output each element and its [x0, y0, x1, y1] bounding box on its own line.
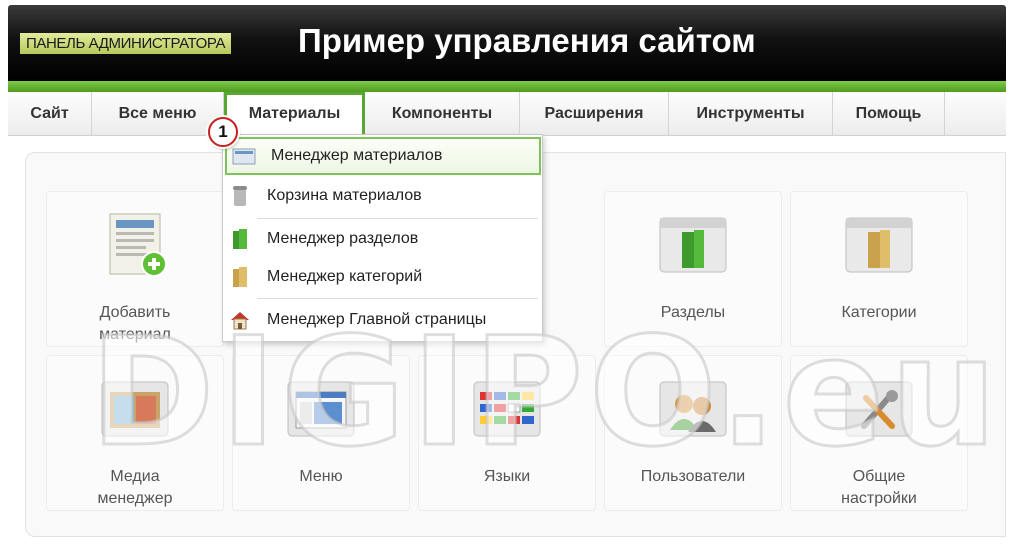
menu-icon	[287, 381, 355, 437]
tile-label: Разделы	[660, 304, 726, 321]
site-title: Пример управления сайтом	[298, 22, 756, 59]
tile-label: Добавить материал	[99, 304, 171, 343]
home-icon	[223, 309, 257, 331]
dropdown-item-category-manager[interactable]: Менеджер категорий	[223, 258, 542, 296]
menu-all-menus[interactable]: Все меню	[92, 92, 224, 136]
users-icon	[659, 381, 727, 437]
menu-content[interactable]: Материалы	[224, 92, 365, 136]
categories-icon	[223, 266, 257, 288]
tile-languages[interactable]: Языки	[418, 355, 596, 511]
articles-icon	[227, 146, 261, 166]
add-article-icon	[109, 213, 167, 277]
tile-users[interactable]: Пользователи	[604, 355, 782, 511]
dropdown-item-frontpage-manager[interactable]: Менеджер Главной страницы	[223, 301, 542, 339]
admin-panel-logo: ПАНЕЛЬ АДМИНИСТРАТОРА	[20, 33, 232, 54]
sections-folder-icon	[659, 217, 727, 273]
dropdown-separator	[257, 218, 538, 219]
annotation-step-badge: 1	[208, 117, 238, 147]
tile-label: Общие настройки	[841, 468, 917, 507]
tile-media-manager[interactable]: Медиа менеджер	[46, 355, 224, 511]
settings-icon	[845, 381, 913, 437]
menu-site[interactable]: Сайт	[8, 92, 92, 136]
tile-global-settings[interactable]: Общие настройки	[790, 355, 968, 511]
tile-label: Медиа менеджер	[97, 468, 173, 507]
tile-menu[interactable]: Меню	[232, 355, 410, 511]
dropdown-separator	[257, 298, 538, 299]
tile-label: Меню	[299, 468, 343, 485]
languages-icon	[473, 381, 541, 437]
dropdown-item-trash[interactable]: Корзина материалов	[223, 177, 542, 215]
menu-extensions[interactable]: Расширения	[520, 92, 669, 136]
tile-label: Пользователи	[640, 468, 746, 485]
sections-icon	[223, 228, 257, 250]
tile-sections[interactable]: Разделы	[604, 191, 782, 347]
main-menu-bar: Сайт Все меню Материалы Компоненты Расши…	[8, 92, 1006, 136]
tile-label: Категории	[841, 304, 917, 321]
menu-components[interactable]: Компоненты	[365, 92, 520, 136]
tile-add-article[interactable]: Добавить материал	[46, 191, 224, 347]
admin-header: ПАНЕЛЬ АДМИНИСТРАТОРА Пример управления …	[8, 5, 1006, 81]
menu-help[interactable]: Помощь	[833, 92, 945, 136]
trash-icon	[223, 185, 257, 207]
dropdown-item-article-manager[interactable]: Менеджер материалов	[225, 137, 541, 175]
menu-tools[interactable]: Инструменты	[669, 92, 833, 136]
categories-folder-icon	[845, 217, 913, 273]
tile-label: Языки	[483, 468, 531, 485]
dropdown-item-section-manager[interactable]: Менеджер разделов	[223, 220, 542, 258]
tile-categories[interactable]: Категории	[790, 191, 968, 347]
header-accent-bar	[8, 81, 1006, 92]
content-dropdown-menu: Менеджер материалов Корзина материалов М…	[222, 134, 543, 342]
media-manager-icon	[101, 381, 169, 437]
